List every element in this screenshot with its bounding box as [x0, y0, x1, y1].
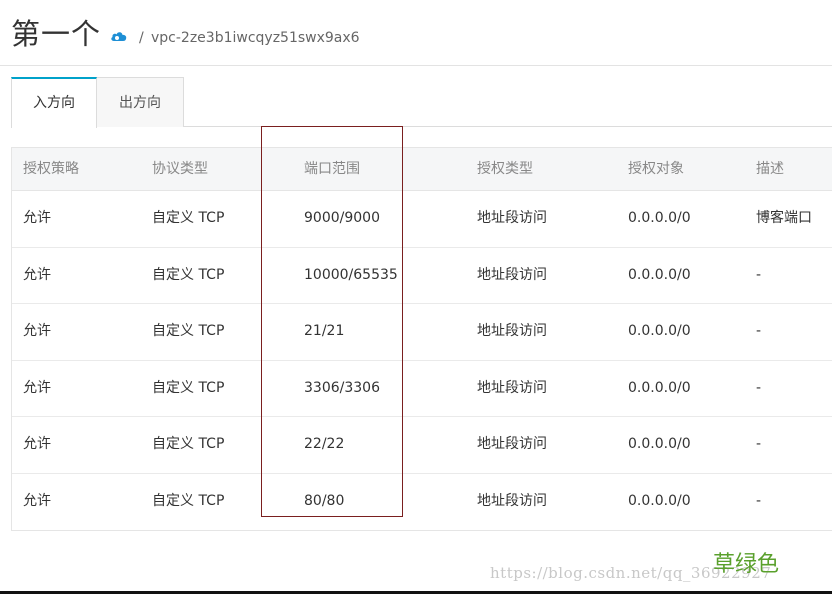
cell-port-range: 21/21 — [304, 323, 345, 339]
cell-auth-type: 地址段访问 — [477, 323, 547, 339]
cell-protocol: 自定义 TCP — [152, 379, 225, 396]
cell-protocol: 自定义 TCP — [152, 266, 225, 283]
cell-description: - — [756, 323, 762, 339]
column-header-auth-object: 授权对象 — [628, 161, 684, 177]
cell-policy: 允许 — [23, 210, 51, 226]
cell-description: - — [756, 492, 762, 509]
cell-auth-type: 地址段访问 — [477, 266, 547, 283]
security-rules-table: 授权策略 协议类型 端口范围 授权类型 授权对象 描述 允许 自定义 TCP 9… — [11, 147, 832, 531]
page-title: 第一个 — [11, 17, 102, 51]
table-header: 授权策略 协议类型 端口范围 授权类型 授权对象 描述 — [12, 148, 832, 191]
cell-protocol: 自定义 TCP — [152, 210, 225, 226]
cell-policy: 允许 — [23, 492, 51, 509]
cell-port-range: 80/80 — [304, 492, 345, 509]
column-header-description: 描述 — [756, 161, 784, 177]
cloud-icon — [111, 32, 127, 41]
vpc-id: vpc-2ze3b1iwcqyz51swx9ax6 — [151, 30, 360, 46]
cell-policy: 允许 — [23, 436, 51, 452]
cell-description: - — [756, 266, 762, 283]
cell-auth-type: 地址段访问 — [477, 492, 547, 509]
cell-description: 博客端口 — [756, 210, 812, 226]
table-row: 允许 自定义 TCP 3306/3306 地址段访问 0.0.0.0/0 - — [12, 361, 832, 417]
cell-policy: 允许 — [23, 266, 51, 283]
table-row: 允许 自定义 TCP 9000/9000 地址段访问 0.0.0.0/0 博客端… — [12, 191, 832, 248]
cell-port-range: 3306/3306 — [304, 379, 380, 396]
cell-port-range: 22/22 — [304, 436, 345, 452]
cell-description: - — [756, 379, 762, 396]
column-header-port-range: 端口范围 — [304, 161, 360, 177]
table-row: 允许 自定义 TCP 80/80 地址段访问 0.0.0.0/0 - — [12, 474, 832, 531]
cell-description: - — [756, 436, 762, 452]
cell-port-range: 10000/65535 — [304, 266, 398, 283]
cell-policy: 允许 — [23, 323, 51, 339]
column-header-protocol: 协议类型 — [152, 161, 208, 177]
table-row: 允许 自定义 TCP 21/21 地址段访问 0.0.0.0/0 - — [12, 304, 832, 361]
breadcrumb-separator: / — [139, 30, 144, 46]
cell-auth-type: 地址段访问 — [477, 436, 547, 452]
cell-auth-object: 0.0.0.0/0 — [628, 266, 691, 283]
cell-auth-object: 0.0.0.0/0 — [628, 323, 691, 339]
column-header-auth-type: 授权类型 — [477, 161, 533, 177]
cell-protocol: 自定义 TCP — [152, 492, 225, 509]
cell-auth-object: 0.0.0.0/0 — [628, 436, 691, 452]
cell-auth-object: 0.0.0.0/0 — [628, 379, 691, 396]
watermark-mark: 草绿色 — [713, 552, 780, 577]
cell-protocol: 自定义 TCP — [152, 436, 225, 452]
cell-port-range: 9000/9000 — [304, 210, 380, 226]
table-row: 允许 自定义 TCP 22/22 地址段访问 0.0.0.0/0 - — [12, 417, 832, 474]
cell-protocol: 自定义 TCP — [152, 323, 225, 339]
cell-auth-object: 0.0.0.0/0 — [628, 210, 691, 226]
table-row: 允许 自定义 TCP 10000/65535 地址段访问 0.0.0.0/0 - — [12, 248, 832, 304]
cell-auth-object: 0.0.0.0/0 — [628, 492, 691, 509]
cell-auth-type: 地址段访问 — [477, 379, 547, 396]
direction-tabs: 入方向 出方向 — [11, 77, 832, 128]
tab-outbound[interactable]: 出方向 — [97, 77, 184, 127]
page-header: 第一个 / vpc-2ze3b1iwcqyz51swx9ax6 — [0, 0, 832, 66]
tab-inbound[interactable]: 入方向 — [11, 77, 97, 128]
column-header-policy: 授权策略 — [23, 161, 79, 177]
cell-auth-type: 地址段访问 — [477, 210, 547, 226]
cell-policy: 允许 — [23, 379, 51, 396]
